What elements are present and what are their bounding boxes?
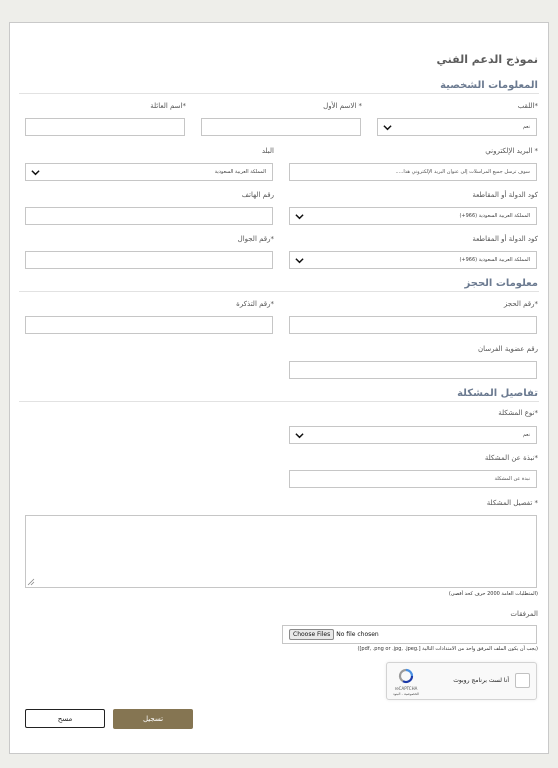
family-name-input[interactable] — [25, 118, 185, 136]
chevron-down-icon — [295, 214, 304, 220]
recaptcha-logo-icon — [398, 668, 414, 684]
membership-number-label: رقم عضوية الفرسان — [477, 345, 538, 353]
details-hint: (المتطلبات العامة 2000 حرف كحد أقصى) — [448, 591, 538, 597]
mobile-code-label: كود الدولة أو المقاطعة — [472, 235, 538, 243]
section-issue-heading: تفاصيل المشكلة — [457, 388, 538, 399]
chevron-down-icon — [31, 170, 40, 176]
no-file-chosen-text: No file chosen — [336, 631, 379, 638]
recaptcha-terms-link[interactable]: الخصوصية - البنود — [391, 692, 421, 696]
clear-button[interactable]: مسح — [25, 709, 105, 728]
recaptcha-label: أنا لست برنامج روبوت — [453, 677, 509, 684]
issue-summary-label: *نبذة عن المشكلة — [484, 454, 538, 462]
first-name-input[interactable] — [201, 118, 361, 136]
mobile-label: *رقم الجوال — [237, 235, 274, 243]
recaptcha-brand: reCAPTCHA — [394, 686, 418, 691]
title-select-value: نعم — [522, 124, 530, 130]
phone-label: رقم الهاتف — [241, 191, 274, 199]
issue-details-textarea[interactable] — [25, 515, 537, 588]
chevron-down-icon — [295, 433, 304, 439]
chevron-down-icon — [383, 125, 392, 131]
issue-type-label: *نوع المشكلة — [498, 409, 538, 417]
mobile-code-select[interactable]: المملكة العربية السعودية (966+) — [289, 251, 537, 269]
attachments-hint: (يجب أن يكون الملف المرفق واحد من الامتد… — [357, 646, 538, 652]
email-label: * البريد الإلكتروني — [485, 147, 538, 155]
resize-handle-icon[interactable] — [27, 578, 35, 586]
email-input[interactable]: سوف ترسل جميع المراسلات إلى عنوان البريد… — [289, 163, 537, 181]
recaptcha-checkbox[interactable] — [515, 673, 530, 688]
membership-number-input[interactable] — [289, 361, 537, 379]
booking-number-input[interactable] — [289, 316, 537, 334]
phone-code-select[interactable]: المملكة العربية السعودية (966+) — [289, 207, 537, 225]
attachments-label: المرفقات — [510, 610, 538, 618]
form-title: نموذج الدعم الفني — [436, 53, 538, 66]
issue-type-select-value: نعم — [522, 432, 530, 438]
ticket-number-input[interactable] — [25, 316, 273, 334]
country-label: البلد — [261, 147, 274, 155]
first-name-label: * الاسم الأول — [323, 102, 362, 110]
section-divider — [19, 93, 539, 94]
phone-code-label: كود الدولة أو المقاطعة — [472, 191, 538, 199]
submit-button[interactable]: تسجيل — [113, 709, 193, 729]
section-booking-heading: معلومات الحجز — [464, 278, 538, 289]
choose-files-button[interactable]: Choose Files — [289, 629, 335, 640]
section-personal-heading: المعلومات الشخصية — [440, 80, 538, 91]
section-divider — [19, 291, 539, 292]
country-select-value: المملكة العربية السعودية — [214, 169, 266, 175]
issue-type-select[interactable]: نعم — [289, 426, 537, 444]
phone-code-select-value: المملكة العربية السعودية (966+) — [459, 213, 530, 219]
title-label: *اللقب — [517, 102, 538, 110]
family-name-label: *اسم العائلة — [150, 102, 186, 110]
mobile-input[interactable] — [25, 251, 273, 269]
ticket-number-label: *رقم التذكرة — [236, 300, 274, 308]
chevron-down-icon — [295, 258, 304, 264]
section-divider — [19, 401, 539, 402]
recaptcha-widget: أنا لست برنامج روبوت reCAPTCHA الخصوصية … — [386, 662, 537, 700]
mobile-code-select-value: المملكة العربية السعودية (966+) — [459, 257, 530, 263]
email-placeholder: سوف ترسل جميع المراسلات إلى عنوان البريد… — [395, 169, 530, 175]
issue-summary-input[interactable]: نبذة عن المشكلة — [289, 470, 537, 488]
booking-number-label: *رقم الحجز — [503, 300, 538, 308]
attachments-file-input[interactable]: Choose Files No file chosen — [282, 625, 537, 644]
phone-input[interactable] — [25, 207, 273, 225]
country-select[interactable]: المملكة العربية السعودية — [25, 163, 273, 181]
title-select[interactable]: نعم — [377, 118, 537, 136]
issue-details-label: * تفصيل المشكلة — [486, 499, 538, 507]
issue-summary-placeholder: نبذة عن المشكلة — [494, 476, 530, 482]
